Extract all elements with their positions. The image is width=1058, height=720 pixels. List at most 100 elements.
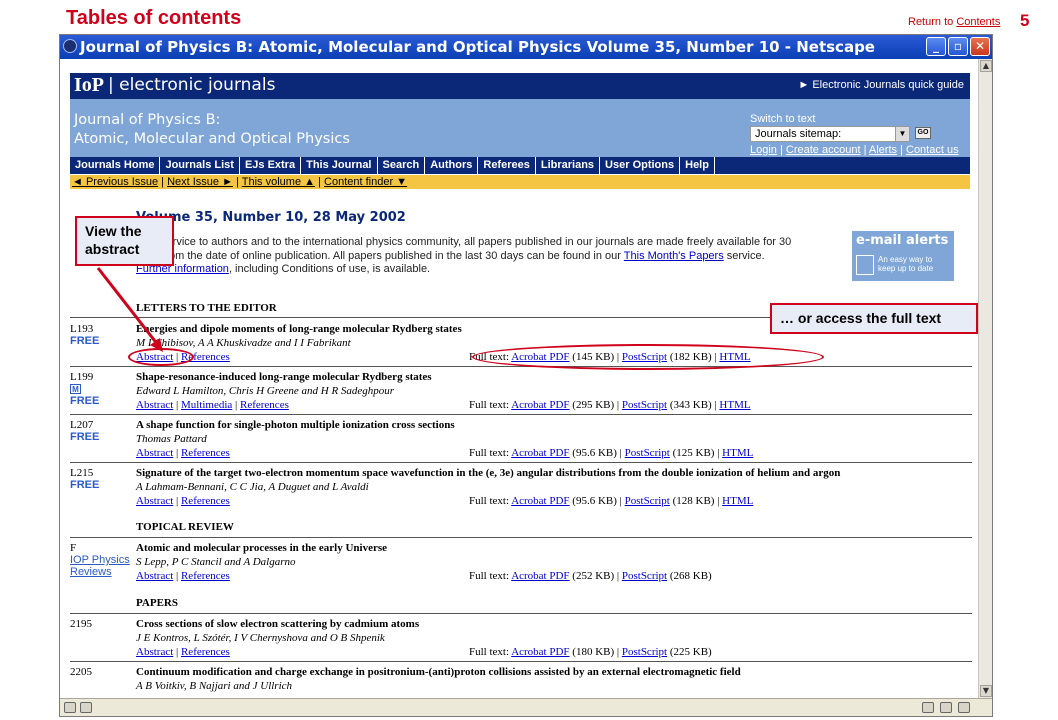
nav-librarians[interactable]: Librarians bbox=[536, 157, 601, 174]
alerts-link[interactable]: Alerts bbox=[869, 144, 897, 156]
references-link[interactable]: References bbox=[181, 447, 230, 459]
scroll-down-icon[interactable]: ▼ bbox=[980, 685, 992, 697]
html-link[interactable]: HTML bbox=[722, 447, 753, 459]
divider bbox=[70, 661, 972, 662]
window-titlebar[interactable]: Journal of Physics B: Atomic, Molecular … bbox=[60, 35, 992, 59]
minimize-button[interactable]: _ bbox=[926, 37, 946, 56]
nav-authors[interactable]: Authors bbox=[425, 157, 479, 174]
pdf-size: (295 KB) bbox=[572, 399, 615, 411]
article-authors: Thomas Pattard bbox=[136, 433, 207, 445]
postscript-link[interactable]: PostScript bbox=[622, 570, 667, 582]
abstract-link[interactable]: Abstract bbox=[136, 399, 173, 411]
ps-size: (225 KB) bbox=[669, 646, 712, 658]
pdf-link[interactable]: Acrobat PDF bbox=[511, 646, 569, 658]
utility-links: Login | Create account | Alerts | Contac… bbox=[750, 144, 959, 156]
pdf-link[interactable]: Acrobat PDF bbox=[511, 399, 569, 411]
main-nav: Journals Home Journals List EJs Extra Th… bbox=[70, 157, 970, 174]
full-text-links: Full text: Acrobat PDF (295 KB) | PostSc… bbox=[469, 399, 751, 411]
code-text: L215 bbox=[70, 467, 94, 479]
offline-icon[interactable] bbox=[922, 702, 934, 713]
switch-to-text-link[interactable]: Switch to text bbox=[750, 113, 815, 125]
return-prefix: Return to bbox=[908, 16, 957, 28]
component-bar-icon[interactable] bbox=[958, 702, 970, 713]
nav-user-options[interactable]: User Options bbox=[600, 157, 681, 174]
status-bar bbox=[60, 698, 992, 716]
html-link[interactable]: HTML bbox=[719, 399, 750, 411]
nav-referees[interactable]: Referees bbox=[478, 157, 536, 174]
references-link[interactable]: References bbox=[181, 495, 230, 507]
maximize-button[interactable]: ▫ bbox=[948, 37, 968, 56]
this-volume-link[interactable]: This volume ▲ bbox=[242, 176, 315, 188]
references-link[interactable]: References bbox=[240, 399, 289, 411]
abstract-link[interactable]: Abstract bbox=[136, 570, 173, 582]
page-number: 5 bbox=[1020, 11, 1030, 30]
code-text: F bbox=[70, 542, 77, 554]
postscript-link[interactable]: PostScript bbox=[625, 447, 670, 459]
nav-search[interactable]: Search bbox=[378, 157, 426, 174]
scroll-up-icon[interactable]: ▲ bbox=[980, 60, 992, 72]
return-to-contents[interactable]: Return to Contents bbox=[908, 16, 1000, 28]
vertical-scrollbar[interactable]: ▲ ▼ bbox=[978, 59, 992, 699]
divider bbox=[70, 366, 972, 367]
abstract-link[interactable]: Abstract bbox=[136, 646, 173, 658]
article-title: Energies and dipole moments of long-rang… bbox=[136, 323, 462, 335]
brand-text: electronic journals bbox=[119, 75, 276, 95]
nav-help[interactable]: Help bbox=[680, 157, 715, 174]
nav-ejs-extra[interactable]: EJs Extra bbox=[240, 157, 302, 174]
article-authors: A B Voitkiv, B Najjari and J Ullrich bbox=[136, 680, 293, 692]
chevron-down-icon[interactable]: ▼ bbox=[895, 127, 909, 141]
multimedia-link[interactable]: Multimedia bbox=[181, 399, 232, 411]
fulltext-callout: … or access the full text bbox=[770, 303, 978, 334]
article-authors: A Lahmam-Bennani, C C Jia, A Duguet and … bbox=[136, 481, 369, 493]
postscript-link[interactable]: PostScript bbox=[622, 399, 667, 411]
pdf-link[interactable]: Acrobat PDF bbox=[511, 495, 569, 507]
pdf-link[interactable]: Acrobat PDF bbox=[511, 447, 569, 459]
envelope-icon bbox=[856, 255, 874, 275]
email-alerts-sub-1: An easy way to bbox=[878, 255, 933, 264]
email-alerts-banner[interactable]: e-mail alerts An easy way to keep up to d… bbox=[852, 231, 954, 281]
abstract-link[interactable]: Abstract bbox=[136, 495, 173, 507]
pdf-size: (95.6 KB) bbox=[572, 495, 617, 507]
contents-link[interactable]: Contents bbox=[956, 16, 1000, 28]
article-code: L207 FREE bbox=[70, 419, 99, 443]
ps-size: (268 KB) bbox=[669, 570, 712, 582]
close-button[interactable]: ✕ bbox=[970, 37, 990, 56]
article-code: 2205 bbox=[70, 666, 92, 678]
next-issue-link[interactable]: Next Issue ► bbox=[167, 176, 233, 188]
previous-issue-link[interactable]: ◄ Previous Issue bbox=[72, 176, 158, 188]
reviews-text: Reviews bbox=[70, 566, 112, 578]
references-link[interactable]: References bbox=[181, 646, 230, 658]
security-icon[interactable] bbox=[64, 702, 76, 713]
abstract-link[interactable]: Abstract bbox=[136, 447, 173, 459]
postscript-link[interactable]: PostScript bbox=[622, 646, 667, 658]
nav-this-journal[interactable]: This Journal bbox=[301, 157, 378, 174]
browser-window: Journal of Physics B: Atomic, Molecular … bbox=[59, 34, 993, 717]
nav-journals-home[interactable]: Journals Home bbox=[70, 157, 161, 174]
fulltext-highlight-oval bbox=[472, 344, 824, 370]
divider bbox=[70, 414, 972, 415]
login-link[interactable]: Login bbox=[750, 144, 777, 156]
pdf-link[interactable]: Acrobat PDF bbox=[511, 570, 569, 582]
postscript-link[interactable]: PostScript bbox=[625, 495, 670, 507]
nav-journals-list[interactable]: Journals List bbox=[160, 157, 240, 174]
contact-us-link[interactable]: Contact us bbox=[906, 144, 959, 156]
page-content: IoP | electronic journals ► Electronic J… bbox=[60, 59, 978, 699]
section-heading: PAPERS bbox=[136, 597, 178, 609]
quick-guide-link[interactable]: ► Electronic Journals quick guide bbox=[798, 79, 964, 91]
sitemap-select[interactable]: Journals sitemap: ▼ bbox=[750, 126, 910, 142]
full-text-label: Full text: bbox=[469, 646, 510, 658]
pdf-size: (95.6 KB) bbox=[572, 447, 617, 459]
iop-logo[interactable]: IoP bbox=[74, 74, 104, 97]
references-link[interactable]: References bbox=[181, 570, 230, 582]
journal-line-2: Atomic, Molecular and Optical Physics bbox=[74, 131, 350, 147]
create-account-link[interactable]: Create account bbox=[786, 144, 861, 156]
intro-text-end: service. bbox=[723, 249, 765, 262]
iop-physics-reviews-link[interactable]: IOP Physics Reviews bbox=[70, 554, 130, 578]
pdf-size: (180 KB) bbox=[572, 646, 615, 658]
go-button[interactable]: GO bbox=[915, 127, 931, 139]
this-months-papers-link[interactable]: This Month's Papers bbox=[624, 250, 724, 262]
content-finder-link[interactable]: Content finder ▼ bbox=[324, 176, 407, 188]
full-text-links: Full text: Acrobat PDF (95.6 KB) | PostS… bbox=[469, 495, 754, 507]
iop-physics-text: IOP Physics bbox=[70, 554, 130, 566]
html-link[interactable]: HTML bbox=[722, 495, 753, 507]
